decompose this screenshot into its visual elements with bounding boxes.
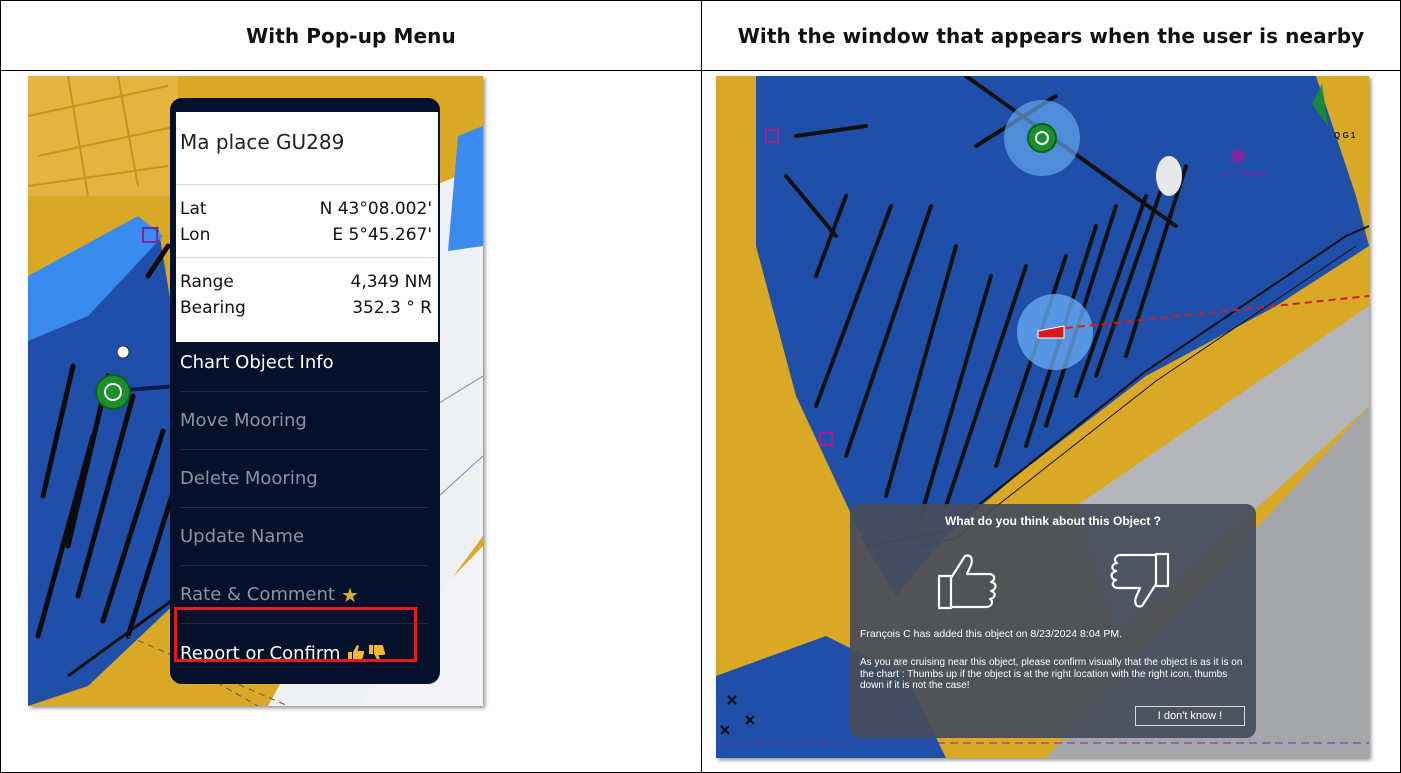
- thumbs-up-button[interactable]: [931, 546, 1005, 616]
- object-info-card: Ma place GU289 Lat N 43°08.002' Lon E 5°…: [176, 112, 438, 342]
- menu-item-chart-object-info[interactable]: Chart Object Info: [180, 334, 428, 392]
- menu-item-label: Delete Mooring: [180, 468, 318, 489]
- lon-row: Lon E 5°45.267': [180, 222, 432, 248]
- harbor-label: Bandol harbor: [1222, 171, 1267, 178]
- menu-item-move-mooring[interactable]: Move Mooring: [180, 392, 428, 450]
- bearing-label: Bearing: [180, 298, 246, 318]
- range-value: 4,349 NM: [350, 272, 432, 292]
- object-feedback-dialog: What do you think about this Object ? Fr…: [850, 504, 1256, 738]
- object-title: Ma place GU289: [180, 130, 345, 154]
- dialog-message: As you are cruising near this object, pl…: [860, 657, 1243, 691]
- lat-label: Lat: [180, 199, 207, 219]
- bearing-value: 352.3 ° R: [352, 298, 432, 318]
- range-row: Range 4,349 NM: [180, 269, 432, 295]
- report-confirm-highlight: [174, 607, 417, 662]
- lat-value: N 43°08.002': [319, 199, 432, 219]
- header-right: With the window that appears when the us…: [737, 24, 1365, 48]
- menu-item-label: Rate & Comment: [180, 584, 335, 605]
- divider: [176, 257, 438, 258]
- light-label: Q G 1: [1334, 131, 1356, 140]
- menu-item-delete-mooring[interactable]: Delete Mooring: [180, 450, 428, 508]
- chart-object-popup-menu: Ma place GU289 Lat N 43°08.002' Lon E 5°…: [170, 98, 440, 684]
- lat-row: Lat N 43°08.002': [180, 196, 432, 222]
- thumbs-up-icon: [937, 554, 997, 610]
- dont-know-button[interactable]: I don't know !: [1135, 706, 1245, 726]
- range-label: Range: [180, 272, 234, 292]
- bearing-row: Bearing 352.3 ° R: [180, 295, 432, 321]
- header-left: With Pop-up Menu: [246, 24, 456, 48]
- column-divider: [701, 1, 702, 772]
- star-icon: ★: [340, 582, 359, 607]
- lon-label: Lon: [180, 225, 211, 245]
- anchor-mooring-icon: [1027, 123, 1057, 153]
- menu-item-label: Update Name: [180, 526, 305, 547]
- thumbs-down-button[interactable]: [1102, 546, 1176, 616]
- divider: [176, 184, 438, 185]
- menu-item-label: Chart Object Info: [180, 352, 334, 373]
- anchor-mooring-icon: [95, 374, 131, 410]
- map-panel-nearby: Bandol harbor Q G 1 What do you think ab…: [716, 76, 1369, 758]
- dialog-title: What do you think about this Object ?: [945, 514, 1161, 528]
- lon-value: E 5°45.267': [332, 225, 432, 245]
- thumbs-down-icon: [1110, 552, 1170, 608]
- menu-item-update-name[interactable]: Update Name: [180, 508, 428, 566]
- harbor-marker: [1231, 149, 1245, 163]
- dialog-author-line: François C has added this object on 8/23…: [860, 628, 1123, 640]
- menu-item-label: Move Mooring: [180, 410, 307, 431]
- map-panel-popup: Ma place GU289 Lat N 43°08.002' Lon E 5°…: [28, 76, 483, 706]
